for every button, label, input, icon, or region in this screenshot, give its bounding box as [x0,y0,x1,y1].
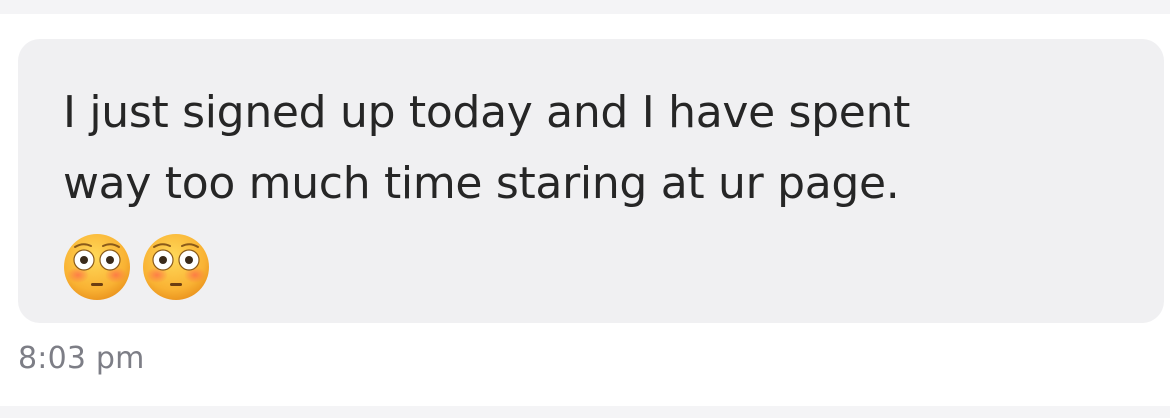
message-bubble[interactable]: I just signed up today and I have spent … [18,39,1164,323]
flushed-face-icon [64,234,130,300]
emoji-row [63,233,1120,301]
message-text: I just signed up today and I have spent … [63,77,1120,219]
message-text-line: I just signed up today and I have spent [63,87,911,138]
flushed-face-icon [143,234,209,300]
chat-area: I just signed up today and I have spent … [0,14,1170,406]
message-text-line: way too much time staring at ur page. [63,158,900,209]
message-timestamp: 8:03 pm [18,341,145,376]
